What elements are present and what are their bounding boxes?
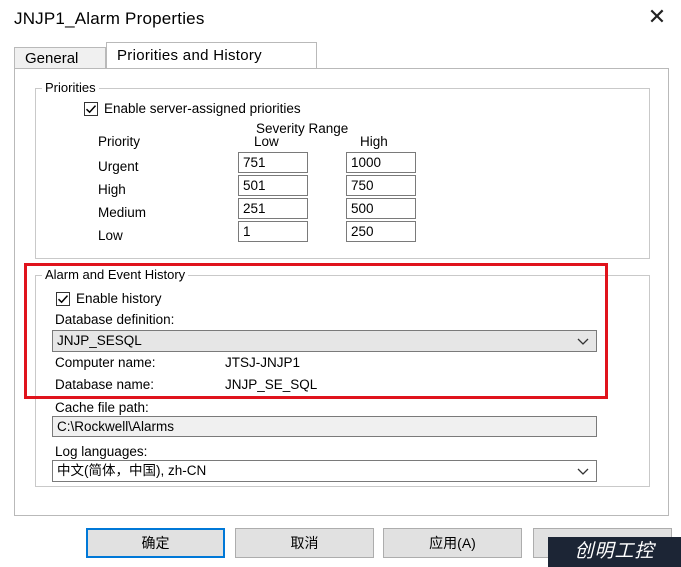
priority-row-label: Low	[98, 228, 123, 243]
close-icon[interactable]: ✕	[644, 4, 670, 30]
low-header: Low	[254, 134, 279, 149]
cache-file-path-field[interactable]: C:\Rockwell\Alarms	[52, 416, 597, 437]
urgent-high-field[interactable]: 1000	[346, 152, 416, 173]
tab-general[interactable]: General	[14, 47, 106, 69]
history-legend: Alarm and Event History	[42, 267, 189, 283]
priority-row-label: Urgent	[98, 159, 139, 174]
low-high-field[interactable]: 250	[346, 221, 416, 242]
low-low-field[interactable]: 1	[238, 221, 308, 242]
watermark-logo: 创明工控	[548, 537, 681, 567]
tab-panel: Priorities Enable server-assigned priori…	[14, 69, 669, 516]
urgent-low-field[interactable]: 751	[238, 152, 308, 173]
dialog-title: JNJP1_Alarm Properties	[14, 9, 205, 28]
priority-row-label: Medium	[98, 205, 147, 220]
checkmark-icon	[85, 104, 97, 113]
priorities-legend: Priorities	[42, 80, 99, 96]
enable-history-label: Enable history	[76, 291, 162, 306]
enable-priorities-checkbox[interactable]	[84, 101, 98, 116]
enable-history-checkbox[interactable]	[56, 291, 70, 306]
cache-file-path-label: Cache file path:	[55, 400, 149, 415]
log-languages-dropdown[interactable]: 中文(简体，中国), zh-CN	[52, 460, 597, 482]
priority-row-label: High	[98, 182, 126, 197]
medium-high-field[interactable]: 500	[346, 198, 416, 219]
priorities-group: Priorities Enable server-assigned priori…	[35, 80, 650, 259]
priority-header: Priority	[98, 134, 141, 149]
database-definition-dropdown[interactable]: JNJP_SESQL	[52, 330, 597, 352]
tab-priorities-and-history[interactable]: Priorities and History	[106, 42, 317, 69]
high-high-field[interactable]: 750	[346, 175, 416, 196]
enable-history-row: Enable history	[56, 291, 162, 306]
apply-button[interactable]: 应用(A)	[383, 528, 522, 558]
high-header: High	[360, 134, 388, 149]
log-languages-value: 中文(简体，中国), zh-CN	[57, 463, 207, 478]
computer-name-value: JTSJ-JNJP1	[225, 355, 301, 370]
chevron-down-icon	[577, 338, 589, 345]
checkmark-icon	[57, 294, 69, 303]
history-group: Alarm and Event History Enable history D…	[35, 267, 650, 487]
log-languages-label: Log languages:	[55, 444, 148, 459]
enable-priorities-label: Enable server-assigned priorities	[104, 101, 301, 116]
cancel-button[interactable]: 取消	[235, 528, 374, 558]
ok-button[interactable]: 确定	[86, 528, 225, 558]
database-name-label: Database name:	[55, 377, 155, 392]
database-definition-value: JNJP_SESQL	[57, 333, 142, 348]
medium-low-field[interactable]: 251	[238, 198, 308, 219]
enable-priorities-row: Enable server-assigned priorities	[84, 101, 301, 116]
properties-dialog: JNJP1_Alarm Properties ✕ General Priorit…	[0, 0, 681, 567]
chevron-down-icon	[577, 468, 589, 475]
computer-name-label: Computer name:	[55, 355, 156, 370]
high-low-field[interactable]: 501	[238, 175, 308, 196]
database-name-value: JNJP_SE_SQL	[225, 377, 318, 392]
database-definition-label: Database definition:	[55, 312, 175, 327]
